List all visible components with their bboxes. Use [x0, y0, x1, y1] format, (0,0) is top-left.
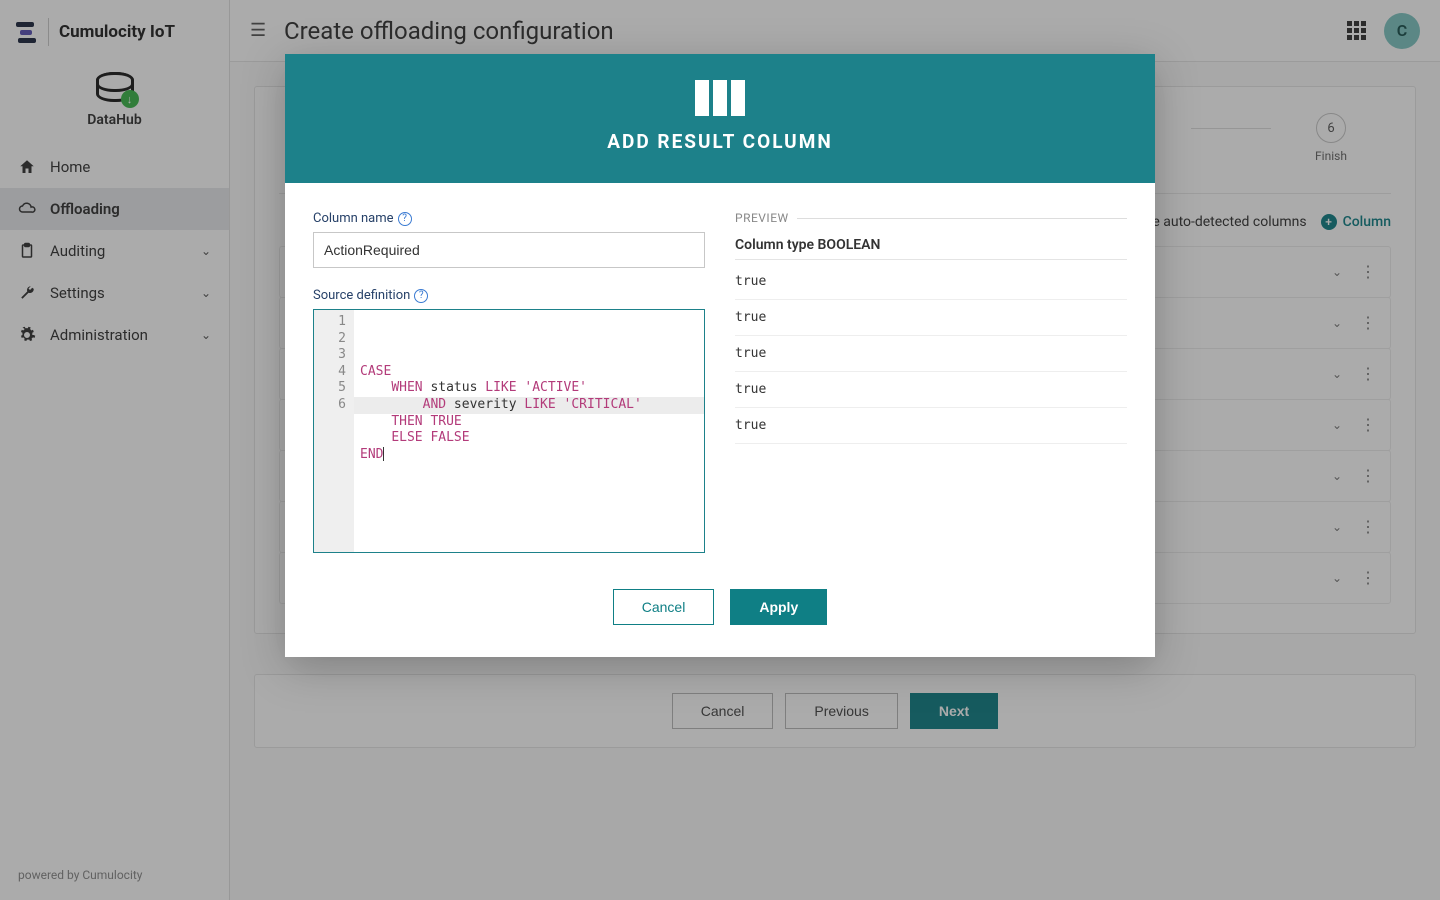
preview-row: true	[735, 372, 1127, 408]
source-definition-label: Source definition ?	[313, 288, 705, 303]
preview-row: true	[735, 300, 1127, 336]
modal-cancel-button[interactable]: Cancel	[613, 589, 715, 625]
preview-list: truetruetruetruetrue	[735, 264, 1127, 444]
source-definition-editor[interactable]: 123456 CASE WHEN status LIKE 'ACTIVE' AN…	[313, 309, 705, 553]
add-result-column-modal: ADD RESULT COLUMN Column name ? Source d…	[285, 54, 1155, 657]
modal-title: ADD RESULT COLUMN	[305, 130, 1135, 153]
modal-header: ADD RESULT COLUMN	[285, 54, 1155, 183]
modal-apply-button[interactable]: Apply	[730, 589, 827, 625]
preview-label: PREVIEW	[735, 211, 1127, 225]
preview-row: true	[735, 264, 1127, 300]
preview-row: true	[735, 408, 1127, 444]
editor-code: CASE WHEN status LIKE 'ACTIVE' AND sever…	[354, 310, 704, 552]
help-icon[interactable]: ?	[414, 289, 428, 303]
preview-row: true	[735, 336, 1127, 372]
column-name-label: Column name ?	[313, 211, 705, 226]
modal-footer: Cancel Apply	[285, 573, 1155, 657]
help-icon[interactable]: ?	[398, 212, 412, 226]
column-type: Column type BOOLEAN	[735, 237, 1127, 260]
columns-icon	[305, 80, 1135, 116]
editor-gutter: 123456	[314, 310, 354, 552]
modal-scrim: ADD RESULT COLUMN Column name ? Source d…	[0, 0, 1440, 900]
column-name-input[interactable]	[313, 232, 705, 268]
